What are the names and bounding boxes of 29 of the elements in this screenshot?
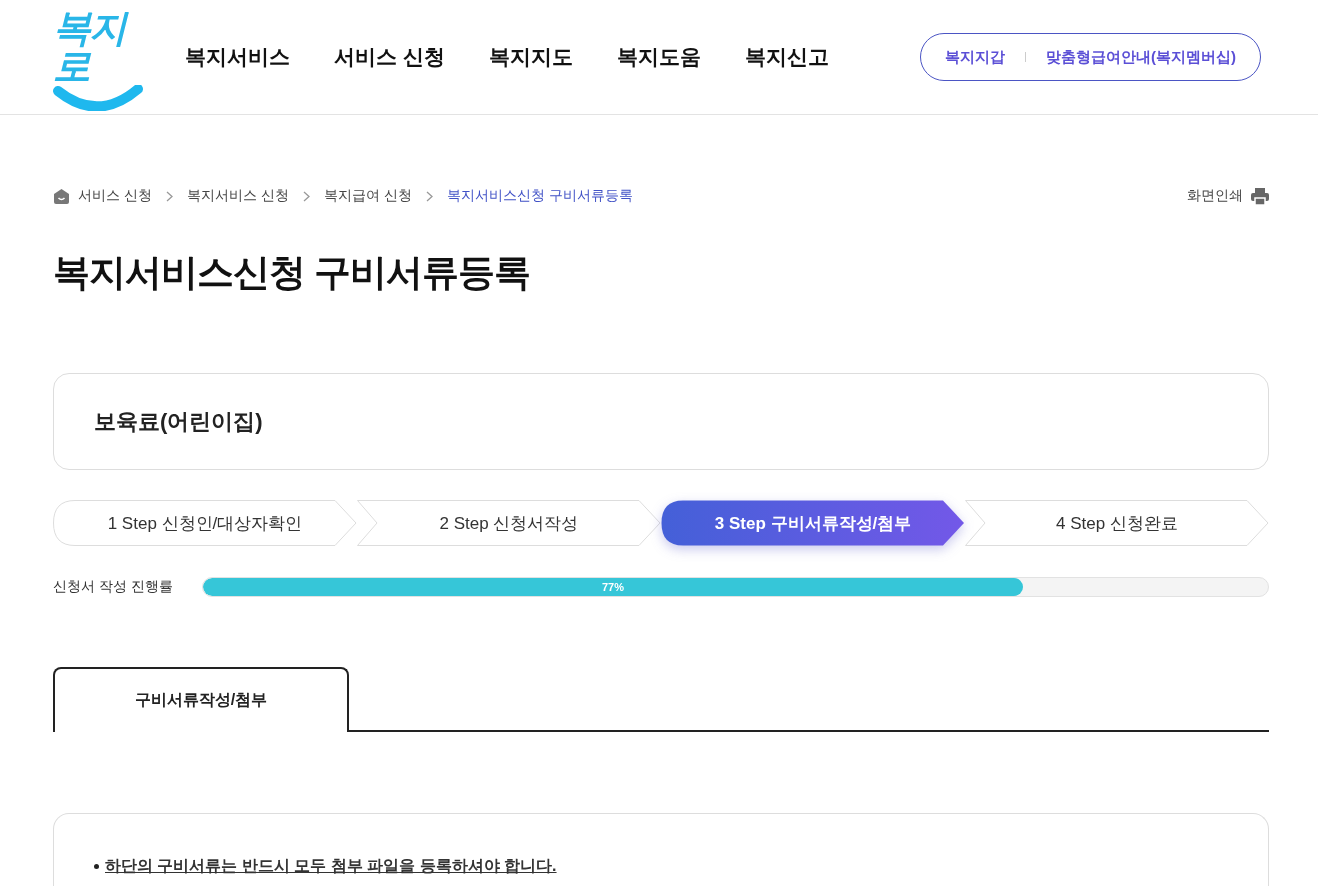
nav-link[interactable]: 복지도움 <box>616 43 701 71</box>
nav-link[interactable]: 복지신고 <box>744 43 829 71</box>
chevron-right-icon <box>165 190 173 202</box>
breadcrumb-link[interactable]: 복지급여 신청 <box>323 187 412 205</box>
service-name: 보육료(어린이집) <box>94 407 263 436</box>
breadcrumb-link[interactable]: 서비스 신청 <box>78 187 152 205</box>
breadcrumb-link[interactable]: 복지서비스신청 구비서류등록 <box>446 187 633 205</box>
quick-link[interactable]: 맞춤형급여안내(복지멤버십) <box>1046 47 1236 67</box>
step-tab[interactable]: 2 Step 신청서작성 <box>357 500 661 547</box>
step-tab[interactable]: 4 Step 신청완료 <box>965 500 1269 547</box>
print-link[interactable]: 화면인쇄 <box>1187 187 1243 205</box>
chevron-right-icon <box>302 190 310 202</box>
chevron-right-icon <box>425 190 433 202</box>
breadcrumb-link[interactable]: 복지서비스 신청 <box>186 187 289 205</box>
progress-reading: 77% <box>602 581 625 594</box>
quick-link[interactable]: 복지지갑 <box>945 47 1005 67</box>
nav-link[interactable]: 복지서비스 <box>185 43 290 71</box>
progress-label: 신청서 작성 진행률 <box>53 578 174 597</box>
nav-link[interactable]: 서비스 신청 <box>334 43 445 71</box>
step-tab[interactable]: 3 Step 구비서류작성/첨부 <box>661 500 965 547</box>
step-tab[interactable]: 1 Step 신청인/대상자확인 <box>53 500 357 547</box>
page-title: 복지서비스신청 구비서류등록 <box>53 251 532 295</box>
home-icon[interactable] <box>53 187 70 205</box>
smile-logo-icon <box>53 85 143 111</box>
bullet-icon <box>94 864 99 870</box>
notice-text: 하단의 구비서류는 반드시 모두 첨부 파일을 등록하셔야 합니다. <box>105 856 557 877</box>
print-icon[interactable] <box>1251 187 1269 205</box>
content-tab[interactable]: 구비서류작성/첨부 <box>53 667 349 733</box>
nav-link[interactable]: 복지지도 <box>488 43 573 71</box>
